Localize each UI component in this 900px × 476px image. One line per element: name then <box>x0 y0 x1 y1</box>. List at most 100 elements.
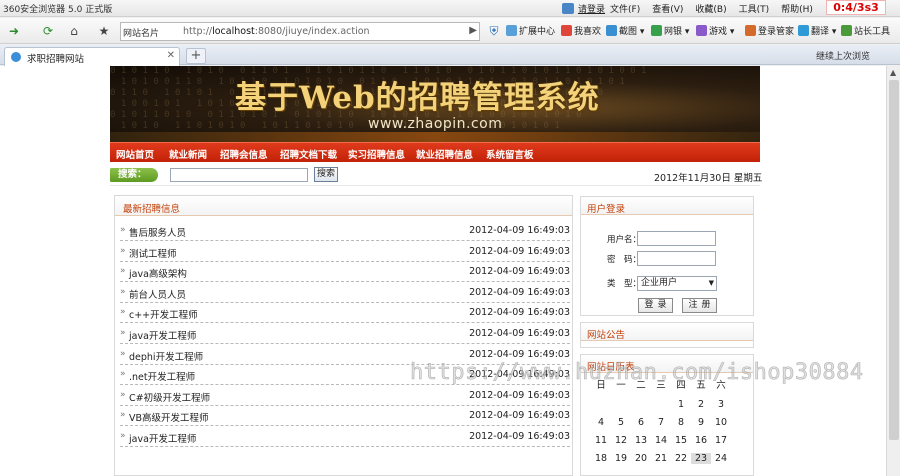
refresh-icon[interactable]: ⟳ <box>38 22 58 40</box>
calendar-weekday: 日 <box>596 380 606 391</box>
calendar-day[interactable]: 5 <box>611 417 631 428</box>
toolbar-bank[interactable]: 网银 ▾ <box>651 24 689 37</box>
calendar-day[interactable]: 24 <box>711 453 731 464</box>
job-title[interactable]: 售后服务人员 <box>129 225 186 239</box>
job-row[interactable]: » C#初级开发工程师 2012-04-09 16:49:03 <box>120 386 570 406</box>
banner-glow <box>110 132 760 142</box>
toolbar-like[interactable]: 我喜欢 <box>561 24 601 37</box>
job-row[interactable]: » 前台人员人员 2012-04-09 16:49:03 <box>120 283 570 303</box>
login-header: 用户登录 <box>581 197 753 215</box>
tab-close-icon[interactable]: ✕ <box>167 50 175 61</box>
site-card-selector[interactable]: 网站名片 <box>123 26 159 39</box>
calendar-day[interactable]: 4 <box>591 417 611 428</box>
bullet-icon: » <box>120 431 126 441</box>
toolbar-extensions[interactable]: 扩展中心 <box>506 24 555 37</box>
forward-icon[interactable]: ➜ <box>4 22 24 40</box>
calendar-day[interactable]: 7 <box>651 417 671 428</box>
job-title[interactable]: c++开发工程师 <box>129 307 198 321</box>
job-row[interactable]: » java高级架构 2012-04-09 16:49:03 <box>120 262 570 283</box>
go-arrow-icon[interactable]: ▶ <box>469 25 477 36</box>
calendar-weekday: 四 <box>676 380 686 391</box>
menu-file[interactable]: 文件(F) <box>610 5 640 15</box>
toolbar-games[interactable]: 游戏 ▾ <box>696 24 734 37</box>
nav-job-fairs[interactable]: 招聘会信息 <box>220 147 268 161</box>
job-title[interactable]: dephi开发工程师 <box>129 349 203 363</box>
new-tab-button[interactable]: + <box>186 48 206 64</box>
calendar-day[interactable]: 6 <box>631 417 651 428</box>
nav-home[interactable]: 网站首页 <box>116 147 154 161</box>
calendar-day[interactable]: 16 <box>691 435 711 446</box>
calendar-day[interactable]: 3 <box>711 399 731 410</box>
job-row[interactable]: » VB高级开发工程师 2012-04-09 16:49:03 <box>120 406 570 427</box>
job-title[interactable]: java高级架构 <box>129 266 187 280</box>
login-button[interactable]: 登录 <box>638 298 673 313</box>
calendar-day[interactable]: 15 <box>671 435 691 446</box>
job-row[interactable]: » c++开发工程师 2012-04-09 16:49:03 <box>120 303 570 324</box>
job-row[interactable]: » 售后服务人员 2012-04-09 16:49:03 <box>120 221 570 241</box>
job-title[interactable]: C#初级开发工程师 <box>129 390 210 404</box>
scrollbar-thumb[interactable] <box>889 80 899 440</box>
calendar-day[interactable]: 19 <box>611 453 631 464</box>
nav-downloads[interactable]: 招聘文档下载 <box>280 147 337 161</box>
calendar-day-today[interactable]: 23 <box>691 453 711 464</box>
toolbar-translate[interactable]: 翻译 ▾ <box>798 24 836 37</box>
url-text[interactable]: http://localhost:8080/jiuye/index.action <box>183 26 370 37</box>
restore-session-button[interactable]: 继续上次浏览 <box>816 49 870 62</box>
vertical-scrollbar[interactable]: ▲ <box>886 66 900 476</box>
job-title[interactable]: java开发工程师 <box>129 328 196 342</box>
nav-message-board[interactable]: 系统留言板 <box>486 147 534 161</box>
shield-icon[interactable]: ⛨ <box>484 22 504 40</box>
job-title[interactable]: 测试工程师 <box>129 246 177 260</box>
calendar-day[interactable]: 10 <box>711 417 731 428</box>
notice-title: 网站公告 <box>587 330 626 341</box>
tab-active[interactable]: 求职招聘网站 ✕ <box>4 47 180 66</box>
calendar-day[interactable]: 9 <box>691 417 711 428</box>
calendar-day[interactable]: 17 <box>711 435 731 446</box>
job-title[interactable]: .net开发工程师 <box>129 369 195 383</box>
calendar-day[interactable]: 21 <box>651 453 671 464</box>
nav-internships[interactable]: 实习招聘信息 <box>348 147 405 161</box>
tab-title: 求职招聘网站 <box>27 54 85 65</box>
search-button[interactable]: 搜索 <box>314 167 338 182</box>
job-row[interactable]: » .net开发工程师 2012-04-09 16:49:03 <box>120 365 570 386</box>
job-title[interactable]: 前台人员人员 <box>129 287 186 301</box>
calendar-day[interactable]: 8 <box>671 417 691 428</box>
nav-job-info[interactable]: 就业招聘信息 <box>416 147 473 161</box>
job-row[interactable]: » 测试工程师 2012-04-09 16:49:03 <box>120 242 570 262</box>
job-row[interactable]: » dephi开发工程师 2012-04-09 16:49:03 <box>120 345 570 365</box>
menu-favorites[interactable]: 收藏(B) <box>695 5 726 15</box>
user-type-select[interactable]: 企业用户 ▼ <box>637 276 717 291</box>
job-title[interactable]: java开发工程师 <box>129 431 196 445</box>
password-input[interactable] <box>637 251 716 266</box>
address-bar[interactable]: 网站名片 http://localhost:8080/jiuye/index.a… <box>120 22 480 41</box>
toolbar-webmaster[interactable]: 站长工具 <box>841 24 890 37</box>
username-input[interactable] <box>637 231 716 246</box>
calendar-day[interactable]: 13 <box>631 435 651 446</box>
calendar-day[interactable]: 18 <box>591 453 611 464</box>
job-row[interactable]: » java开发工程师 2012-04-09 16:49:03 <box>120 324 570 344</box>
calendar-day[interactable]: 12 <box>611 435 631 446</box>
toolbar-screenshot[interactable]: 截图 ▾ <box>606 24 644 37</box>
menu-view[interactable]: 查看(V) <box>652 5 683 15</box>
calendar-day[interactable]: 1 <box>671 399 691 410</box>
job-row[interactable]: » java开发工程师 2012-04-09 16:49:03 <box>120 427 570 447</box>
job-title[interactable]: VB高级开发工程师 <box>129 410 209 424</box>
calendar-day[interactable]: 11 <box>591 435 611 446</box>
menu-help[interactable]: 帮助(H) <box>781 5 813 15</box>
nav-news[interactable]: 就业新闻 <box>169 147 207 161</box>
login-link[interactable]: 请登录 <box>578 2 605 15</box>
toolbar-login-manager[interactable]: 登录管家 <box>745 24 794 37</box>
search-input[interactable] <box>170 168 308 182</box>
calendar-day[interactable]: 2 <box>691 399 711 410</box>
calendar-day[interactable]: 20 <box>631 453 651 464</box>
calendar-day[interactable]: 22 <box>671 453 691 464</box>
menu-tools[interactable]: 工具(T) <box>739 5 770 15</box>
calendar-day[interactable]: 14 <box>651 435 671 446</box>
register-button[interactable]: 注册 <box>682 298 717 313</box>
notice-header: 网站公告 <box>581 323 753 341</box>
home-icon[interactable]: ⌂ <box>64 22 84 40</box>
scroll-up-icon[interactable]: ▲ <box>890 68 896 77</box>
favorite-star-icon[interactable]: ★ <box>94 22 114 40</box>
current-date: 2012年11月30日 星期五 <box>654 173 763 184</box>
calendar-weekday: 二 <box>636 380 646 391</box>
